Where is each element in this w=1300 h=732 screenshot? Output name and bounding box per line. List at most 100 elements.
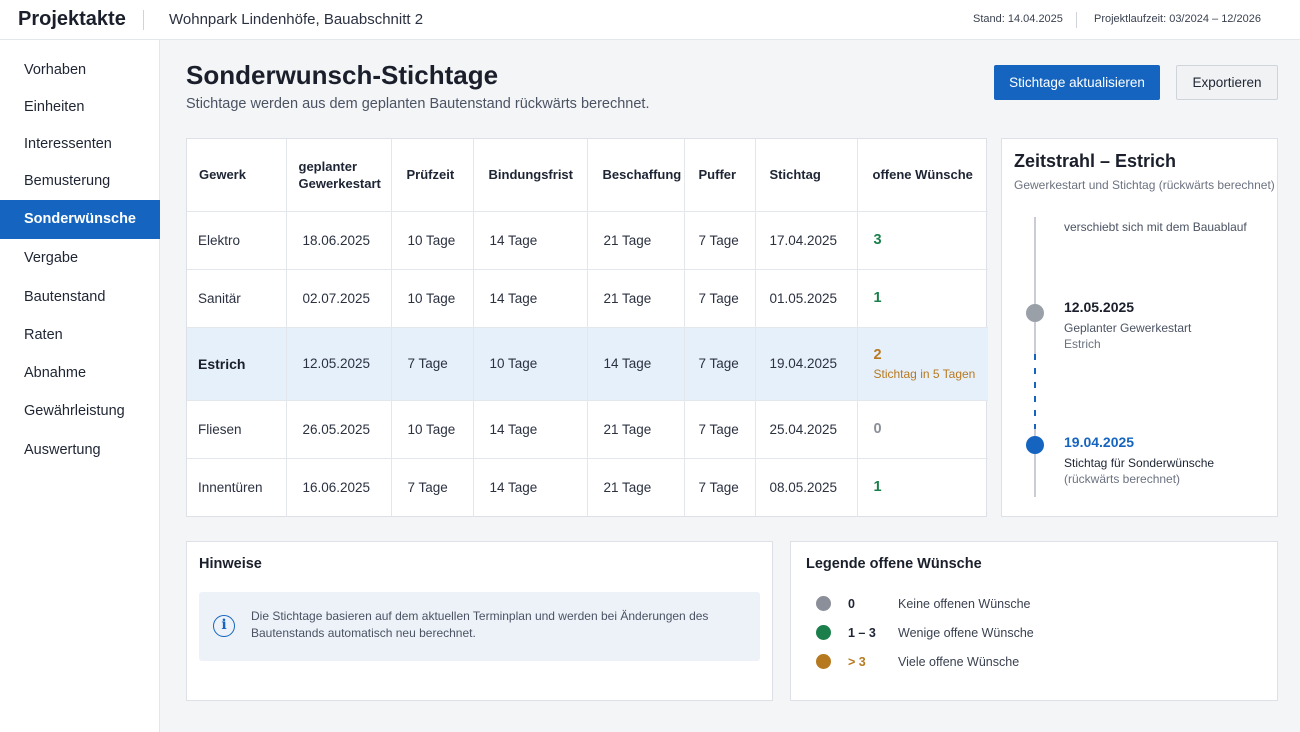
cell-pruefzeit: 10 Tage [391, 269, 474, 328]
column-header-pruefzeit[interactable]: Prüfzeit [391, 139, 474, 212]
legend-dot-orange [816, 654, 831, 669]
cell-bindungsfrist: 14 Tage [473, 400, 588, 459]
legend-dot-grey [816, 596, 831, 611]
table-header-row: Gewerk geplanter Gewerkestart Prüfzeit B… [187, 139, 988, 212]
timeline-start-date: 12.05.2025 [1064, 299, 1135, 315]
table-row[interactable]: Elektro 18.06.2025 10 Tage 14 Tage 21 Ta… [187, 211, 988, 270]
app-brand[interactable]: Projektakte [18, 8, 126, 31]
page-title: Sonderwunsch-Stichtage [186, 60, 499, 90]
cell-start: 18.06.2025 [286, 211, 392, 270]
cell-pruefzeit: 7 Tage [391, 327, 474, 401]
timeline-deadline-sublabel: (rückwärts berechnet) [1064, 472, 1181, 486]
legend-dot-green [816, 625, 831, 640]
cell-start: 16.06.2025 [286, 458, 392, 516]
open-wishes-cell: 2 Stichtag in 5 Tagen [857, 327, 988, 401]
timeline-title: Zeitstrahl – Estrich [1014, 151, 1177, 171]
timeline-start-sublabel: Estrich [1064, 337, 1101, 351]
timeline-note: verschiebt sich mit dem Bauablauf [1064, 220, 1247, 234]
hints-title: Hinweise [199, 556, 262, 572]
cell-bindungsfrist: 14 Tage [473, 269, 588, 328]
table-row[interactable]: Fliesen 26.05.2025 10 Tage 14 Tage 21 Ta… [187, 400, 988, 459]
info-icon: i [213, 615, 235, 637]
stand-date: Stand: 14.04.2025 [973, 13, 1063, 25]
divider [143, 10, 144, 30]
timeline-panel: Zeitstrahl – Estrich Gewerkestart und St… [1001, 138, 1278, 517]
timeline-start-label: Geplanter Gewerkestart [1064, 321, 1192, 335]
cell-bindungsfrist: 10 Tage [473, 327, 588, 401]
cell-beschaffung: 21 Tage [587, 269, 685, 328]
cell-gewerk: Estrich [187, 327, 287, 401]
legend-title: Legende offene Wünsche [806, 556, 982, 572]
sidebar-item-gewaehrleistung[interactable]: Gewährleistung [0, 392, 160, 431]
update-deadlines-button[interactable]: Stichtage aktualisieren [994, 65, 1160, 100]
column-header-offene-wuensche[interactable]: offene Wünsche [857, 139, 988, 212]
column-header-beschaffung[interactable]: Beschaffung [587, 139, 685, 212]
cell-beschaffung: 14 Tage [587, 327, 685, 401]
cell-start: 26.05.2025 [286, 400, 392, 459]
sidebar-item-einheiten[interactable]: Einheiten [0, 88, 160, 127]
open-wishes-count: 1 [873, 479, 882, 496]
legend-panel: Legende offene Wünsche 0 Keine offenen W… [790, 541, 1278, 701]
timeline-deadline-date: 19.04.2025 [1064, 434, 1135, 450]
sidebar-item-vergabe[interactable]: Vergabe [0, 239, 160, 278]
legend-label: Keine offenen Wünsche [898, 597, 1031, 611]
cell-pruefzeit: 10 Tage [391, 211, 474, 270]
column-header-bindungsfrist[interactable]: Bindungsfrist [473, 139, 588, 212]
cell-beschaffung: 21 Tage [587, 458, 685, 516]
cell-gewerk: Fliesen [187, 400, 287, 459]
cell-puffer: 7 Tage [684, 327, 756, 401]
column-header-stichtag[interactable]: Stichtag [755, 139, 858, 212]
cell-bindungsfrist: 14 Tage [473, 211, 588, 270]
sidebar-item-interessenten[interactable]: Interessenten [0, 125, 160, 164]
legend-label: Viele offene Wünsche [898, 655, 1020, 669]
sidebar-item-bautenstand[interactable]: Bautenstand [0, 278, 160, 317]
cell-start: 12.05.2025 [286, 327, 392, 401]
cell-gewerk: Innentüren [187, 458, 287, 516]
legend-range: 1 – 3 [848, 626, 876, 640]
table-row[interactable]: Sanitär 02.07.2025 10 Tage 14 Tage 21 Ta… [187, 269, 988, 328]
export-button[interactable]: Exportieren [1176, 65, 1278, 100]
cell-beschaffung: 21 Tage [587, 400, 685, 459]
page-subtitle: Stichtage werden aus dem geplanten Baute… [186, 96, 650, 112]
top-bar: Projektakte Wohnpark Lindenhöfe, Bauabsc… [0, 0, 1300, 40]
info-box: i Die Stichtage basieren auf dem aktuell… [199, 592, 760, 661]
table-row-selected[interactable]: Estrich 12.05.2025 7 Tage 10 Tage 14 Tag… [187, 327, 988, 401]
cell-beschaffung: 21 Tage [587, 211, 685, 270]
cell-puffer: 7 Tage [684, 211, 756, 270]
sidebar-item-abnahme[interactable]: Abnahme [0, 354, 160, 393]
legend-range: 0 [848, 597, 855, 611]
sidebar-item-bemusterung[interactable]: Bemusterung [0, 162, 160, 201]
sidebar: Vorhaben Einheiten Interessenten Bemuste… [0, 40, 160, 732]
cell-stichtag: 01.05.2025 [755, 269, 858, 328]
cell-puffer: 7 Tage [684, 400, 756, 459]
cell-stichtag: 25.04.2025 [755, 400, 858, 459]
sidebar-item-vorhaben[interactable]: Vorhaben [0, 51, 160, 90]
column-header-start[interactable]: geplanter Gewerkestart [286, 139, 392, 212]
cell-pruefzeit: 10 Tage [391, 400, 474, 459]
timeline-deadline-label: Stichtag für Sonderwünsche [1064, 456, 1215, 470]
sidebar-item-auswertung[interactable]: Auswertung [0, 431, 160, 470]
timeline-subtitle: Gewerkestart und Stichtag (rückwärts ber… [1014, 178, 1275, 192]
cell-gewerk: Elektro [187, 211, 287, 270]
cell-stichtag: 08.05.2025 [755, 458, 858, 516]
cell-start: 02.07.2025 [286, 269, 392, 328]
deadline-warning: Stichtag in 5 Tagen [873, 366, 976, 381]
timeline-deadline-marker[interactable] [1026, 436, 1044, 454]
table-row[interactable]: Innentüren 16.06.2025 7 Tage 14 Tage 21 … [187, 458, 988, 516]
sidebar-item-raten[interactable]: Raten [0, 316, 160, 355]
project-name: Wohnpark Lindenhöfe, Bauabschnitt 2 [169, 11, 424, 28]
cell-bindungsfrist: 14 Tage [473, 458, 588, 516]
timeline-start-marker[interactable] [1026, 304, 1044, 322]
project-duration: Projektlaufzeit: 03/2024 – 12/2026 [1094, 13, 1261, 25]
legend-label: Wenige offene Wünsche [898, 626, 1034, 640]
cell-pruefzeit: 7 Tage [391, 458, 474, 516]
info-text: Die Stichtage basieren auf dem aktuellen… [251, 609, 709, 640]
column-header-puffer[interactable]: Puffer [684, 139, 756, 212]
cell-stichtag: 17.04.2025 [755, 211, 858, 270]
cell-stichtag: 19.04.2025 [755, 327, 858, 401]
column-header-gewerk[interactable]: Gewerk [187, 139, 287, 212]
open-wishes-count: 3 [857, 211, 988, 270]
timeline-dashed-segment [1034, 354, 1036, 429]
sidebar-item-sonderwuensche[interactable]: Sonderwünsche [0, 200, 160, 239]
hints-panel: Hinweise i Die Stichtage basieren auf de… [186, 541, 773, 701]
